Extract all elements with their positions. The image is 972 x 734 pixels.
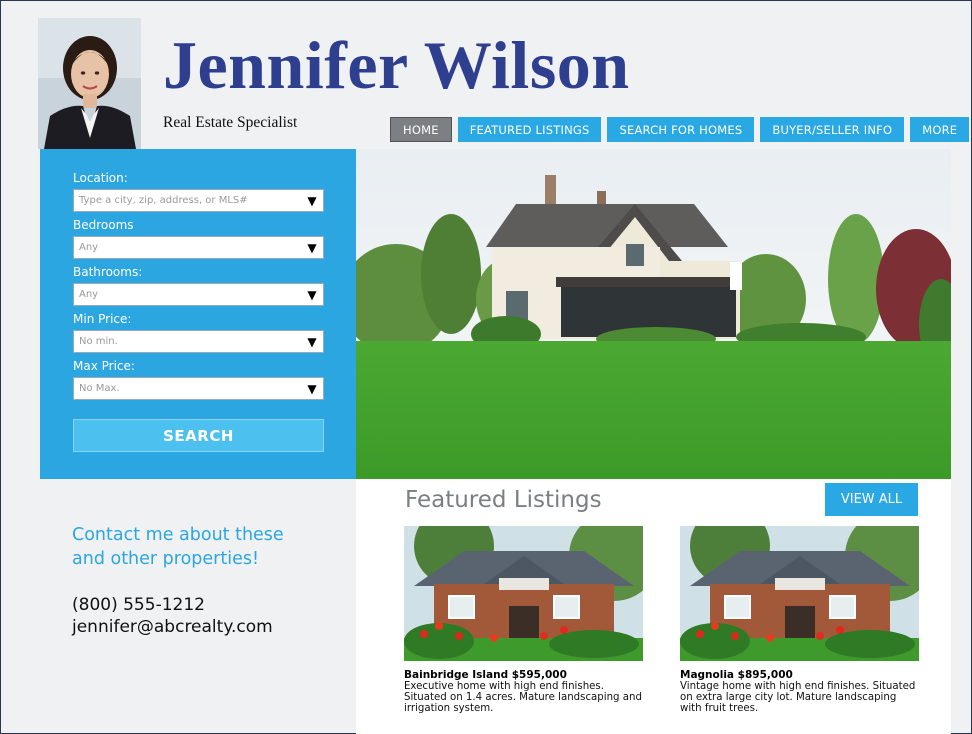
hero-house-image xyxy=(356,149,951,479)
contact-email[interactable]: jennifer@abcrealty.com xyxy=(72,617,273,637)
dropdown-arrow-icon[interactable]: ▼ xyxy=(304,334,320,350)
min-price-value: No min. xyxy=(79,336,118,347)
listing-title: Bainbridge Island $595,000 xyxy=(404,669,567,681)
search-panel: Location: Type a city, zip, address, or … xyxy=(40,149,356,479)
max-price-value: No Max. xyxy=(79,383,120,394)
location-label: Location: xyxy=(73,171,128,185)
location-select[interactable]: Type a city, zip, address, or MLS# ▼ xyxy=(73,189,324,212)
listing-photo[interactable] xyxy=(404,526,643,661)
nav-more[interactable]: MORE xyxy=(910,117,970,142)
page-frame: Jennifer Wilson Real Estate Specialist H… xyxy=(0,0,972,734)
agent-name: Jennifer Wilson xyxy=(163,27,630,103)
listing-description: Executive home with high end finishes. S… xyxy=(404,681,642,714)
nav-search-for-homes[interactable]: SEARCH FOR HOMES xyxy=(607,117,755,142)
bathrooms-label: Bathrooms: xyxy=(73,265,143,279)
listing-photo[interactable] xyxy=(680,526,919,661)
listing-card[interactable]: Magnolia $895,000 Vintage home with high… xyxy=(680,526,919,714)
dropdown-arrow-icon[interactable]: ▼ xyxy=(304,381,320,397)
bedrooms-value: Any xyxy=(79,242,99,253)
max-price-select[interactable]: No Max. ▼ xyxy=(73,377,324,400)
nav-featured-listings[interactable]: FEATURED LISTINGS xyxy=(457,117,602,142)
listing-card[interactable]: Bainbridge Island $595,000 Executive hom… xyxy=(404,526,643,714)
bedrooms-label: Bedrooms xyxy=(73,218,134,232)
agent-photo xyxy=(38,18,141,149)
nav-home[interactable]: HOME xyxy=(390,117,452,142)
dropdown-arrow-icon[interactable]: ▼ xyxy=(304,240,320,256)
bathrooms-select[interactable]: Any ▼ xyxy=(73,283,324,306)
view-all-button[interactable]: VIEW ALL xyxy=(825,483,918,516)
dropdown-arrow-icon[interactable]: ▼ xyxy=(304,287,320,303)
listing-description: Vintage home with high end finishes. Sit… xyxy=(680,681,916,714)
min-price-label: Min Price: xyxy=(73,312,132,326)
featured-listings-section: Featured Listings VIEW ALL Bainbridge Is… xyxy=(356,479,951,734)
featured-title: Featured Listings xyxy=(405,487,602,513)
max-price-label: Max Price: xyxy=(73,359,135,373)
contact-phone[interactable]: (800) 555-1212 xyxy=(72,595,205,615)
dropdown-arrow-icon[interactable]: ▼ xyxy=(304,193,320,209)
agent-tagline: Real Estate Specialist xyxy=(163,114,298,131)
listing-title: Magnolia $895,000 xyxy=(680,669,793,681)
location-value: Type a city, zip, address, or MLS# xyxy=(79,195,248,206)
min-price-select[interactable]: No min. ▼ xyxy=(73,330,324,353)
nav-buyer-seller-info[interactable]: BUYER/SELLER INFO xyxy=(760,117,905,142)
contact-heading: Contact me about these and other propert… xyxy=(72,525,284,569)
bathrooms-value: Any xyxy=(79,289,99,300)
search-button[interactable]: SEARCH xyxy=(73,419,324,452)
main-nav: HOME FEATURED LISTINGS SEARCH FOR HOMES … xyxy=(390,117,970,142)
bedrooms-select[interactable]: Any ▼ xyxy=(73,236,324,259)
